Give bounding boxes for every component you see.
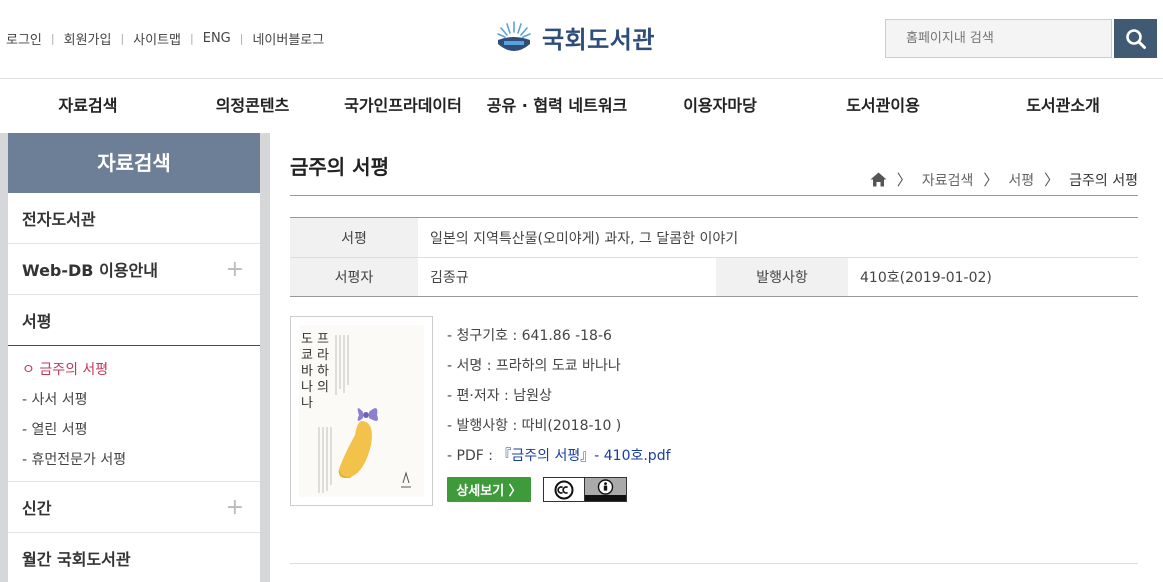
review-label: 서평	[290, 218, 418, 257]
book-name: - 서명 : 프라하의 도쿄 바나나	[447, 358, 621, 374]
pdf-download-link[interactable]: 『금주의 서평』- 410호.pdf	[497, 448, 670, 464]
divider	[290, 563, 1138, 564]
sub-item-open-review[interactable]: - 열린 서평	[22, 415, 260, 445]
call-number: - 청구기호 : 641.86 -18-6	[447, 328, 612, 344]
sidebar: 자료검색 전자도서관 Web-DB 이용안내 + 서평 ㅇ 금주의 서평 - 사…	[8, 133, 260, 582]
breadcrumb-item[interactable]: 자료검색	[922, 170, 974, 190]
sidebar-item-webdb[interactable]: Web-DB 이용안내 +	[8, 244, 260, 295]
sidebar-sub-list: ㅇ 금주의 서평 - 사서 서평 - 열린 서평 - 휴먼전문가 서평	[8, 346, 260, 482]
logo-text: 국회도서관	[542, 25, 655, 54]
chevron-right-icon: 〉	[896, 171, 912, 189]
divider: |	[190, 32, 194, 45]
view-details-button[interactable]: 상세보기 〉	[447, 477, 531, 502]
review-title: 일본의 지역특산물(오미야게) 과자, 그 달콤한 이야기	[430, 230, 739, 247]
cc-icon	[544, 478, 585, 501]
chevron-right-icon: 〉	[1044, 171, 1060, 189]
svg-text:나: 나	[301, 396, 313, 411]
issue-label: 발행사항	[716, 258, 848, 296]
search-input[interactable]	[885, 19, 1112, 58]
sidebar-item-review[interactable]: 서평	[8, 295, 260, 346]
chevron-right-icon: 〉	[983, 171, 999, 189]
library-emblem-icon	[497, 21, 531, 51]
svg-text:바: 바	[301, 364, 313, 379]
book-actions: 상세보기 〉	[447, 477, 671, 502]
page: 로그인 | 회원가입 | 사이트맵 | ENG | 네이버블로그 국회도서관 홈…	[0, 0, 1163, 582]
book-cover[interactable]: 프라하의 도쿄바나나	[290, 316, 433, 506]
header: 로그인 | 회원가입 | 사이트맵 | ENG | 네이버블로그 국회도서관 홈…	[0, 0, 1163, 79]
svg-text:도: 도	[301, 332, 313, 347]
sidebar-item-new-books[interactable]: 신간 +	[8, 482, 260, 533]
breadcrumb-current: 금주의 서평	[1069, 172, 1138, 189]
review-info-table: 서평 일본의 지역특산물(오미야게) 과자, 그 달콤한 이야기 서평자 김종규…	[290, 217, 1138, 297]
reviewer-value: 김종규	[430, 270, 469, 286]
svg-text:의: 의	[317, 380, 329, 395]
sidebar-item-label: 서평	[22, 312, 52, 331]
table-row: 서평자 김종규 발행사항 410호(2019-01-02)	[290, 257, 1138, 296]
divider	[290, 195, 1138, 196]
home-icon[interactable]	[870, 172, 887, 187]
sidebar-item-label: 월간 국회도서관	[22, 550, 131, 569]
pdf-label: - PDF :	[447, 448, 498, 464]
book-cover-image: 프라하의 도쿄바나나	[301, 332, 411, 493]
nav-item-network[interactable]: 공유 · 협력 네트워크	[477, 79, 637, 133]
sidebar-item-label: 전자도서관	[22, 210, 96, 229]
sidebar-item-monthly-magazine[interactable]: 월간 국회도서관	[8, 533, 260, 582]
search-icon	[1125, 28, 1146, 49]
divider: |	[120, 32, 125, 45]
breadcrumb: 〉 자료검색 〉 서평 〉 금주의 서평	[870, 169, 1138, 190]
issue-value: 410호(2019-01-02)	[860, 270, 992, 286]
sub-item-weekly-review[interactable]: ㅇ 금주의 서평	[22, 355, 260, 385]
book-author: - 편·저자 : 남원상	[447, 388, 552, 404]
divider: |	[239, 32, 244, 45]
signup-link[interactable]: 회원가입	[64, 29, 112, 48]
nav-item-library-use[interactable]: 도서관이용	[803, 79, 963, 133]
sub-item-human-expert-review[interactable]: - 휴먼전문가 서평	[22, 445, 260, 475]
naver-blog-link[interactable]: 네이버블로그	[252, 29, 324, 48]
page-title: 금주의 서평	[290, 155, 389, 179]
main-navigation: 자료검색 의정콘텐츠 국가인프라데이터 공유 · 협력 네트워크 이용자마당 도…	[0, 79, 1163, 133]
divider: |	[50, 32, 55, 45]
nav-item-library-intro[interactable]: 도서관소개	[963, 79, 1163, 133]
search-box	[885, 19, 1157, 58]
reviewer-label: 서평자	[290, 258, 418, 296]
svg-text:라: 라	[317, 348, 329, 363]
nav-item-user-board[interactable]: 이용자마당	[637, 79, 803, 133]
by-attribution-icon	[585, 478, 626, 501]
english-link[interactable]: ENG	[203, 31, 231, 46]
plus-icon[interactable]: +	[226, 257, 244, 282]
book-publication: - 발행사항 : 따비(2018-10 )	[447, 418, 622, 434]
sitemap-link[interactable]: 사이트맵	[133, 29, 181, 48]
site-logo[interactable]: 국회도서관	[496, 18, 655, 56]
plus-icon[interactable]: +	[226, 495, 244, 520]
cc-by-license-icon	[543, 477, 627, 502]
breadcrumb-item[interactable]: 서평	[1008, 170, 1034, 190]
svg-text:프: 프	[317, 332, 329, 347]
book-details: - 청구기호 : 641.86 -18-6 - 서명 : 프라하의 도쿄 바나나…	[447, 321, 671, 502]
login-link[interactable]: 로그인	[6, 29, 42, 48]
person-icon	[585, 479, 626, 501]
table-row: 서평 일본의 지역특산물(오미야게) 과자, 그 달콤한 이야기	[290, 218, 1138, 257]
sidebar-item-label: 신간	[22, 499, 52, 518]
svg-text:쿄: 쿄	[301, 348, 313, 363]
svg-text:나: 나	[301, 380, 313, 395]
svg-text:하: 하	[317, 364, 329, 379]
sidebar-item-digital-library[interactable]: 전자도서관	[8, 193, 260, 244]
sidebar-title: 자료검색	[8, 133, 260, 193]
nav-item-search[interactable]: 자료검색	[0, 79, 176, 133]
utility-links: 로그인 | 회원가입 | 사이트맵 | ENG | 네이버블로그	[6, 29, 324, 48]
nav-item-assembly-contents[interactable]: 의정콘텐츠	[176, 79, 329, 133]
sub-item-librarian-review[interactable]: - 사서 서평	[22, 385, 260, 415]
cc-circle-icon	[554, 480, 574, 499]
pdf-line: - PDF : 『금주의 서평』- 410호.pdf	[447, 441, 671, 471]
nav-item-national-infra-data[interactable]: 국가인프라데이터	[329, 79, 477, 133]
book-cover-art: 프라하의 도쿄바나나	[299, 325, 424, 497]
search-button[interactable]	[1114, 19, 1157, 58]
sidebar-item-label: Web-DB 이용안내	[22, 261, 158, 280]
